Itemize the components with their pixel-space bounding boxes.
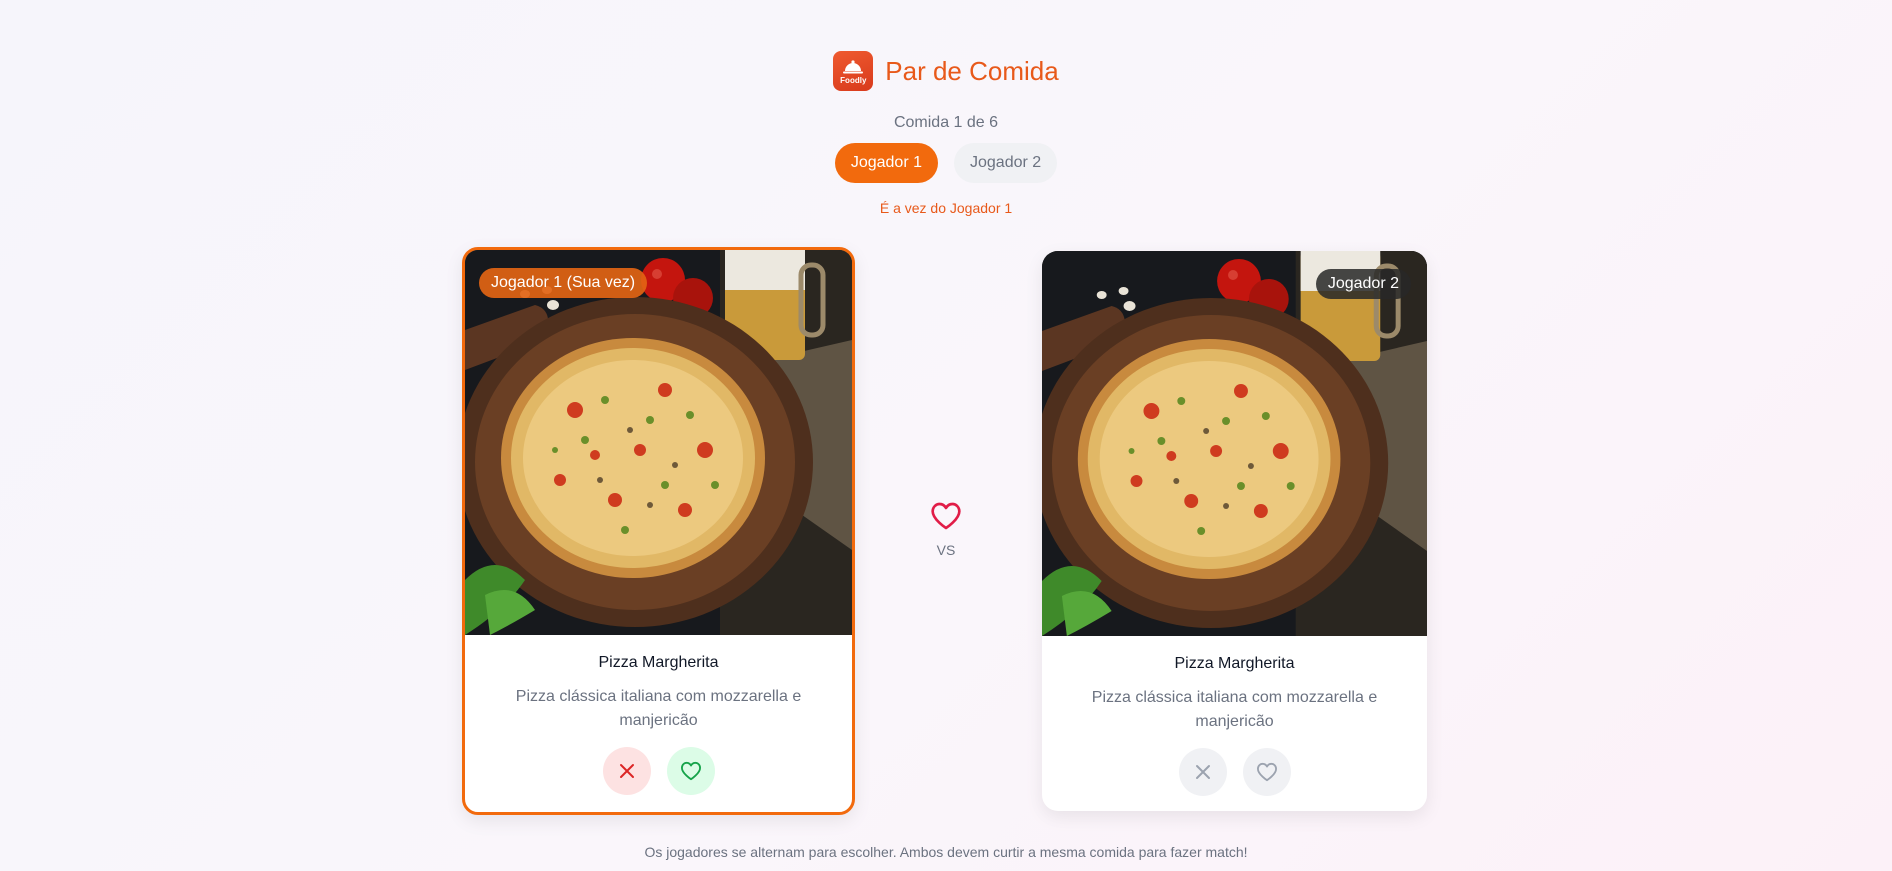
food-description: Pizza clássica italiana com mozzarella e… <box>1091 689 1378 730</box>
food-name: Pizza Margherita <box>1174 655 1295 672</box>
food-image: Jogador 2 <box>1042 251 1427 636</box>
app-logo: Foodly <box>833 51 874 91</box>
dislike-button[interactable] <box>602 747 651 795</box>
heart-icon <box>931 502 961 530</box>
player-1-card: Jogador 1 (Sua vez) Pizza Margherita Piz… <box>462 247 855 815</box>
food-name: Pizza Margherita <box>598 654 719 671</box>
heart-icon <box>1256 762 1277 782</box>
food-info: Pizza Margherita Pizza clássica italiana… <box>1042 636 1427 796</box>
close-icon <box>1195 765 1210 779</box>
page-title: Par de Comida <box>885 55 1059 86</box>
app-header: Foodly Par de Comida <box>0 51 1892 91</box>
logo-text: Foodly <box>840 75 867 85</box>
dislike-button[interactable] <box>1178 748 1227 796</box>
card-actions <box>1042 748 1427 796</box>
player-badge: Jogador 1 (Sua vez) <box>479 268 648 298</box>
cloche-icon <box>843 59 864 73</box>
food-info: Pizza Margherita Pizza clássica italiana… <box>465 635 852 795</box>
player-2-card: Jogador 2 Pizza Margherita Pizza clássic… <box>1042 251 1427 811</box>
food-counter: Comida 1 de 6 <box>893 114 999 131</box>
player-badge: Jogador 2 <box>1315 269 1411 299</box>
tab-player-1[interactable]: Jogador 1 <box>834 143 938 183</box>
pizza-photo <box>1042 251 1427 636</box>
like-button[interactable] <box>666 747 715 795</box>
tab-player-2[interactable]: Jogador 2 <box>954 143 1058 183</box>
food-description: Pizza clássica italiana com mozzarella e… <box>515 688 802 729</box>
vs-indicator: VS <box>925 501 967 558</box>
heart-icon <box>680 761 701 781</box>
pizza-photo <box>465 250 852 635</box>
food-image: Jogador 1 (Sua vez) <box>465 250 852 635</box>
player-tabs: Jogador 1 Jogador 2 <box>0 143 1892 183</box>
turn-indicator: É a vez do Jogador 1 <box>879 200 1013 216</box>
close-icon <box>619 764 634 778</box>
like-button[interactable] <box>1242 748 1291 796</box>
card-actions <box>465 747 852 795</box>
vs-label: VS <box>936 542 956 558</box>
footer-instructions: Os jogadores se alternam para escolher. … <box>644 844 1248 860</box>
